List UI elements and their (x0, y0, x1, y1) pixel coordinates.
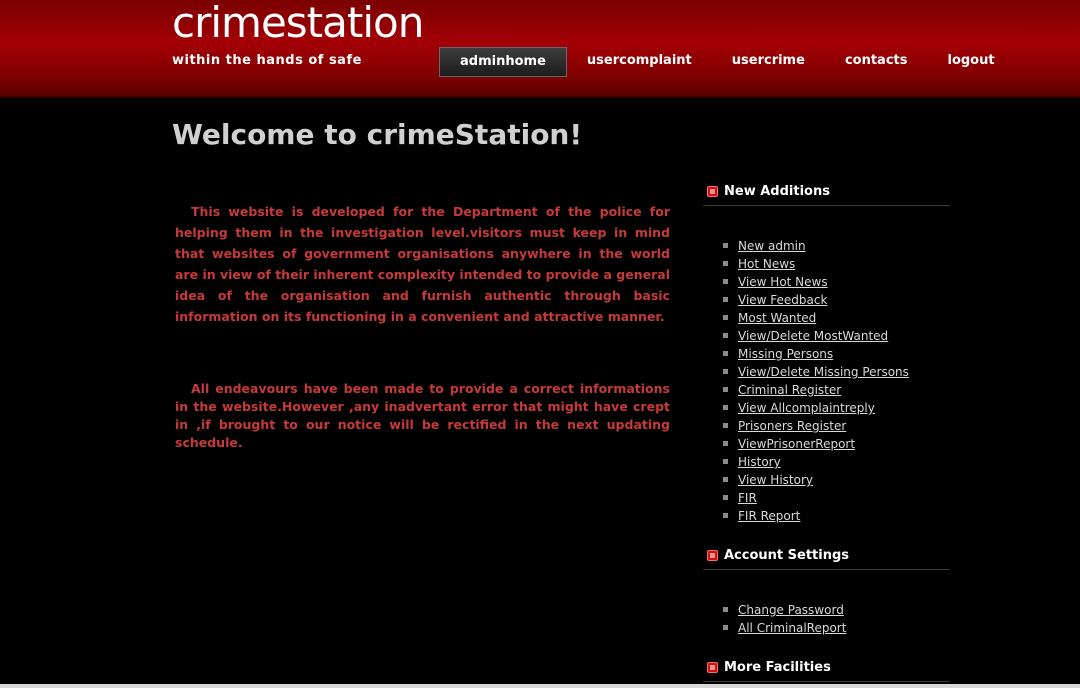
link-fir-report[interactable]: FIR Report (738, 509, 800, 523)
bullet-icon (707, 186, 718, 197)
account-settings-list: Change Password All CriminalReport (703, 570, 950, 636)
link-history[interactable]: History (738, 455, 781, 469)
new-additions-heading: New Additions (703, 180, 950, 206)
list-item: Criminal Register (723, 380, 950, 398)
account-settings-section: Account Settings Change Password All Cri… (703, 544, 950, 636)
link-viewprisonerreport[interactable]: ViewPrisonerReport (738, 437, 855, 451)
more-facilities-heading: More Facilities (703, 656, 950, 682)
site-logo[interactable]: crimestation (172, 0, 424, 47)
new-additions-heading-label: New Additions (724, 184, 830, 199)
list-item: View Allcomplaintreply (723, 398, 950, 416)
site-header: crimestation within the hands of safe ad… (0, 0, 1080, 98)
list-item: Most Wanted (723, 308, 950, 326)
more-facilities-heading-label: More Facilities (724, 660, 831, 675)
list-item: Change Password (723, 600, 950, 618)
list-item: View Feedback (723, 290, 950, 308)
link-all-criminalreport[interactable]: All CriminalReport (738, 621, 846, 635)
account-settings-heading: Account Settings (703, 544, 950, 570)
link-hot-news[interactable]: Hot News (738, 257, 795, 271)
link-most-wanted[interactable]: Most Wanted (738, 311, 816, 325)
more-facilities-section: More Facilities (703, 656, 950, 682)
list-item: All CriminalReport (723, 618, 950, 636)
link-view-hot-news[interactable]: View Hot News (738, 275, 828, 289)
list-item: FIR (723, 488, 950, 506)
list-item: View/Delete MostWanted (723, 326, 950, 344)
link-fir[interactable]: FIR (738, 491, 757, 505)
bullet-icon (707, 550, 718, 561)
disclaimer-paragraph: All endeavours have been made to provide… (175, 381, 670, 450)
nav-adminhome[interactable]: adminhome (439, 47, 567, 77)
intro-paragraph: This website is developed for the Depart… (175, 204, 670, 324)
list-item: View Hot News (723, 272, 950, 290)
account-settings-heading-label: Account Settings (724, 548, 850, 563)
list-item: View/Delete Missing Persons (723, 362, 950, 380)
list-item: View History (723, 470, 950, 488)
site-tagline: within the hands of safe (172, 53, 362, 68)
new-additions-section: New Additions New admin Hot News View Ho… (703, 180, 950, 524)
bullet-icon (707, 662, 718, 673)
list-item: FIR Report (723, 506, 950, 524)
link-view-allcomplaintreply[interactable]: View Allcomplaintreply (738, 401, 875, 415)
list-item: Prisoners Register (723, 416, 950, 434)
list-item: History (723, 452, 950, 470)
page-title: Welcome to crimeStation! (172, 118, 583, 151)
nav-usercrime[interactable]: usercrime (712, 47, 825, 77)
link-change-password[interactable]: Change Password (738, 603, 844, 617)
nav-contacts[interactable]: contacts (825, 47, 928, 77)
link-view-delete-missing-persons[interactable]: View/Delete Missing Persons (738, 365, 909, 379)
link-view-history[interactable]: View History (738, 473, 813, 487)
sidebar: New Additions New admin Hot News View Ho… (703, 180, 950, 682)
nav-usercomplaint[interactable]: usercomplaint (567, 47, 712, 77)
link-missing-persons[interactable]: Missing Persons (738, 347, 833, 361)
link-view-feedback[interactable]: View Feedback (738, 293, 827, 307)
main-nav: adminhome usercomplaint usercrime contac… (439, 47, 1015, 77)
list-item: Missing Persons (723, 344, 950, 362)
link-new-admin[interactable]: New admin (738, 239, 806, 253)
list-item: Hot News (723, 254, 950, 272)
list-item: New admin (723, 236, 950, 254)
window-bottom-edge (0, 684, 1080, 688)
nav-logout[interactable]: logout (927, 47, 1014, 77)
link-prisoners-register[interactable]: Prisoners Register (738, 419, 846, 433)
list-item: ViewPrisonerReport (723, 434, 950, 452)
link-criminal-register[interactable]: Criminal Register (738, 383, 841, 397)
new-additions-list: New admin Hot News View Hot News View Fe… (703, 206, 950, 524)
link-view-delete-mostwanted[interactable]: View/Delete MostWanted (738, 329, 888, 343)
